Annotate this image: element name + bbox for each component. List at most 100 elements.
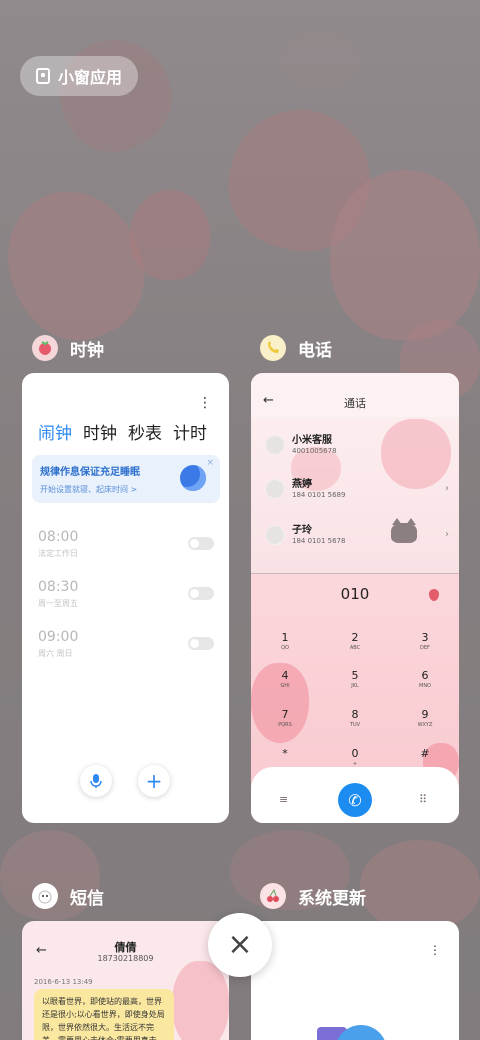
sms-app-card[interactable]: ← 倩倩 18730218809 ⋮ 2016-6-13 13:49 以眼看世界… [22,921,229,1040]
alarm-toggle[interactable] [188,587,214,600]
dial-key-digit: 0 [351,747,359,760]
alarm-item[interactable]: 09:00 周六 周日 [38,629,214,659]
dial-key-letters: QO [281,645,289,651]
chevron-right-icon[interactable]: › [445,483,449,494]
banana-phone-icon [260,335,286,361]
phone-title: 通话 [344,397,366,410]
dial-key-2[interactable]: 2 ABC [325,631,385,651]
moon-icon [180,465,206,491]
sms-app-header: 短信 [32,883,104,909]
dial-key-digit: # [420,747,430,760]
message-date: 2016-6-13 13:49 [34,978,93,986]
contact-row[interactable]: 子玲 184 0101 5678 › [265,521,449,559]
strawberry-clock-icon [32,335,58,361]
contact-name: 小米客服 [292,435,332,446]
dial-key-8[interactable]: 8 TUV [325,708,385,728]
small-window-apps-button[interactable]: 小窗应用 [20,56,138,96]
phone-icon: ✆ [348,790,362,810]
phone-app-card[interactable]: ← 通话 小米客服 4001005678 燕婷 184 0101 5689 › … [251,373,459,823]
dial-key-digit: 4 [281,669,289,682]
message-bubble[interactable]: 以眼看世界，即使站的最高，世界还是很小;以心看世界，即使身处局限，世界依然很大。… [34,989,174,1040]
dial-key-3[interactable]: 3 DEF [395,631,455,651]
dial-key-letters: ABC [349,645,361,651]
close-icon: × [227,927,253,962]
alarm-repeat: 法定工作日 [38,549,78,558]
dial-key-5[interactable]: 5 JKL [325,669,385,689]
chevron-right-icon[interactable]: › [445,529,449,540]
dial-key-letters: MNO [419,683,431,689]
dial-key-digit: 7 [281,708,289,721]
contact-number: 184 0101 5678 [292,537,346,545]
phone-app-header: 电话 [260,335,332,361]
contact-number: 184 0101 5689 [292,491,346,499]
dial-key-digit: 2 [351,631,359,644]
dial-key-digit: 8 [351,708,359,721]
contact-row[interactable]: 燕婷 184 0101 5689 › [265,475,449,513]
dial-key-letters: JKL [351,683,359,689]
dial-key-9[interactable]: 9 WXYZ [395,708,455,728]
alarm-repeat: 周六 周日 [38,649,73,658]
alarm-toggle[interactable] [188,537,214,550]
clock-tabs: 闹钟 时钟 秒表 计时 [38,419,207,444]
cloud-sms-icon [32,883,58,909]
contact-number: 4001005678 [292,447,337,455]
update-app-card[interactable]: ⋮ [251,921,459,1040]
dial-key-letters: TUV [349,722,361,728]
avatar [265,525,285,545]
add-alarm-button[interactable]: + [138,765,170,797]
dialed-number: 010 [340,585,370,603]
phone-app-name: 电话 [298,340,332,361]
avatar [265,435,285,455]
dial-key-letters: DEF [420,645,430,651]
dial-key-digit: 9 [421,708,429,721]
avatar [265,479,285,499]
dial-key-hash[interactable]: # [395,747,455,760]
tab-alarm[interactable]: 闹钟 [38,419,72,444]
dial-key-0[interactable]: 0 + [325,747,385,767]
dial-key-digit: 6 [421,669,429,682]
clock-app-header: 时钟 [32,335,104,361]
contact-name: 子玲 [292,525,312,536]
sms-app-name: 短信 [70,888,104,909]
dial-key-digit: * [282,747,288,760]
dialpad-toggle-icon[interactable]: ⠿ [419,793,427,806]
alarm-item[interactable]: 08:30 周一至周五 [38,579,214,609]
sleep-banner[interactable]: 规律作息保证充足睡眠 开始设置就寝、起床时间 > × [32,455,220,503]
sms-contact-number: 18730218809 [97,954,154,963]
cherry-update-icon [260,883,286,909]
alarm-repeat: 周一至周五 [38,599,78,608]
dial-key-digit: 3 [421,631,429,644]
microphone-icon [90,774,102,788]
dial-key-star[interactable]: * [255,747,315,760]
small-window-icon [36,68,50,84]
dial-key-digit: 5 [351,669,359,682]
clock-more-menu-icon[interactable]: ⋮ [198,395,212,411]
dial-key-letters: GHI [280,683,290,689]
dial-key-6[interactable]: 6 MNO [395,669,455,689]
dial-key-letters: PQRS [278,722,292,728]
alarm-item[interactable]: 08:00 法定工作日 [38,529,214,559]
dial-key-digit: 1 [281,631,289,644]
close-all-button[interactable]: × [208,913,272,977]
update-app-header: 系统更新 [260,883,366,909]
voice-alarm-button[interactable] [80,765,112,797]
dial-key-7[interactable]: 7 PQRS [255,708,315,728]
tab-clock[interactable]: 时钟 [83,419,117,444]
update-more-menu-icon[interactable]: ⋮ [429,943,441,957]
update-app-name: 系统更新 [298,888,366,909]
tab-stopwatch[interactable]: 秒表 [128,419,162,444]
sms-contact-name: 倩倩 [114,941,137,954]
small-window-apps-label: 小窗应用 [58,68,123,87]
contact-row[interactable]: 小米客服 4001005678 [265,431,449,469]
call-button[interactable]: ✆ [338,783,372,817]
tab-timer[interactable]: 计时 [173,419,207,444]
alarm-toggle[interactable] [188,637,214,650]
clock-app-card[interactable]: ⋮ 闹钟 时钟 秒表 计时 规律作息保证充足睡眠 开始设置就寝、起床时间 > ×… [22,373,229,823]
menu-lines-icon[interactable]: ≡ [279,793,288,806]
add-icon: + [145,769,163,793]
dial-key-1[interactable]: 1 QO [255,631,315,651]
dial-key-4[interactable]: 4 GHI [255,669,315,689]
contact-name: 燕婷 [292,479,312,490]
banner-close-icon[interactable]: × [206,458,214,468]
dial-key-letters: WXYZ [417,722,433,728]
